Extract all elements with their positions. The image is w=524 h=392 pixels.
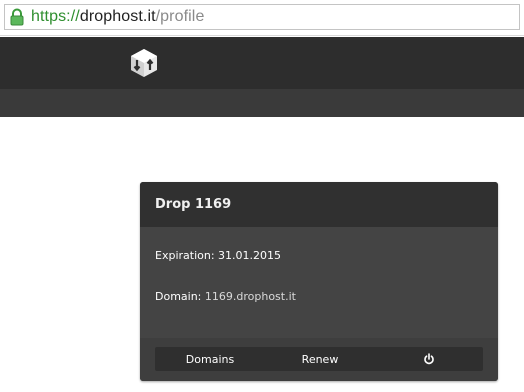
card-title: Drop 1169 [140, 182, 498, 227]
card-footer: Domains Renew [140, 338, 498, 381]
domain-label: Domain: [155, 290, 205, 303]
url-text: https://drophost.it/profile [31, 8, 204, 26]
expiration-text: Expiration: 31.01.2015 [155, 249, 282, 262]
sub-navigation-bar [0, 89, 524, 117]
url-host: drophost.it [79, 8, 156, 25]
domain-link[interactable]: 1169.drophost.it [205, 290, 296, 303]
padlock-icon [10, 8, 24, 26]
domains-button[interactable]: Domains [155, 347, 265, 371]
url-field[interactable]: https://drophost.it/profile [4, 4, 520, 30]
action-bar: Domains Renew [155, 347, 483, 371]
drop-card: Drop 1169 Expiration: 31.01.2015 Domain:… [140, 182, 498, 381]
site-header [0, 37, 524, 89]
drophost-cube-logo-icon[interactable] [128, 47, 160, 79]
browser-address-bar: https://drophost.it/profile [0, 0, 524, 36]
power-icon [424, 353, 434, 365]
renew-button[interactable]: Renew [265, 347, 375, 371]
url-path: /profile [155, 8, 205, 25]
power-button[interactable] [375, 347, 483, 371]
domain-row: Domain: 1169.drophost.it [155, 290, 296, 303]
url-scheme: https:// [31, 8, 80, 25]
